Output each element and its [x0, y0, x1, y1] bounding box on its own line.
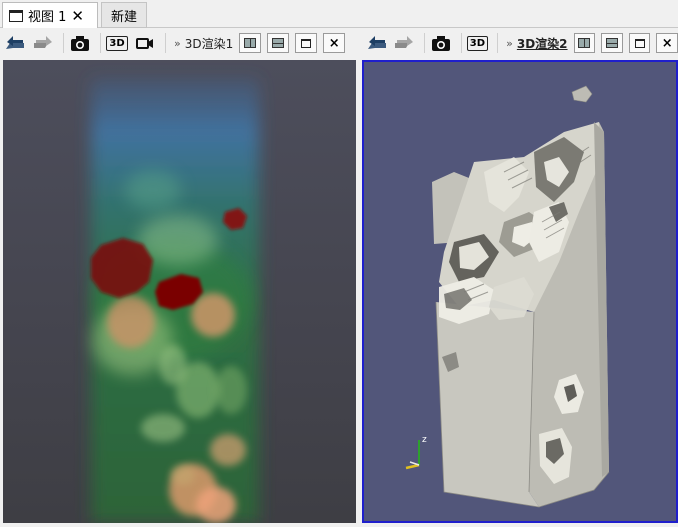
maximize-icon: [301, 38, 312, 48]
split-horizontal-icon: [578, 38, 591, 48]
undo-camera-icon: [367, 36, 386, 49]
toolbar-separator: [460, 33, 462, 53]
right-view-toolbar: 3D » 3D渲染2 ×: [362, 29, 678, 57]
tab-new-label: 新建: [110, 9, 137, 25]
close-view-button[interactable]: ×: [323, 33, 346, 53]
split-horizontal-button[interactable]: [573, 33, 596, 53]
maximize-button[interactable]: [295, 33, 318, 53]
toolbar-separator: [165, 33, 166, 53]
window-icon: [9, 9, 23, 22]
left-view-toolbar: 3D » 3D渲染1 ×: [0, 29, 360, 57]
volume-render-image: [91, 78, 259, 523]
split-vertical-button[interactable]: [601, 33, 623, 53]
maximize-icon: [634, 38, 645, 48]
camera-3d-button[interactable]: 3D: [105, 32, 129, 54]
camera-icon: [431, 36, 450, 51]
3d-mode-label: 3D: [466, 35, 489, 51]
undo-camera-icon: [6, 36, 24, 49]
redo-camera-button[interactable]: [31, 32, 55, 54]
camera-3d-button[interactable]: 3D: [466, 32, 490, 54]
right-view-label[interactable]: 3D渲染2: [517, 35, 568, 52]
split-horizontal-button[interactable]: [239, 33, 262, 53]
redo-camera-icon: [34, 36, 52, 48]
toolbar-separator: [100, 33, 101, 53]
screenshot-button[interactable]: [68, 32, 92, 54]
tab-new[interactable]: 新建: [101, 2, 147, 28]
orientation-axes: z: [405, 435, 427, 470]
maximize-button[interactable]: [628, 33, 651, 53]
3d-mode-label: 3D: [106, 35, 128, 51]
redo-camera-button[interactable]: [393, 32, 417, 54]
undo-camera-button[interactable]: [3, 32, 27, 54]
tab-view-1-label: 视图 1: [28, 10, 67, 25]
screenshot-button[interactable]: [429, 32, 453, 54]
redo-camera-icon: [395, 36, 414, 48]
surface-render-viewport[interactable]: z: [362, 60, 678, 523]
overflow-chevron-icon[interactable]: »: [506, 37, 513, 50]
undo-camera-button[interactable]: [365, 32, 389, 54]
left-view-label[interactable]: 3D渲染1: [185, 35, 234, 52]
camera-icon: [71, 36, 89, 51]
toolbar-separator: [63, 33, 64, 53]
z-axis-label: z: [422, 435, 427, 445]
close-icon: ×: [661, 35, 673, 51]
split-horizontal-icon: [244, 38, 257, 48]
split-vertical-icon: [272, 38, 285, 48]
tab-bar: 视图 1 ✕ 新建: [0, 0, 678, 28]
overflow-chevron-icon[interactable]: »: [174, 37, 181, 50]
volume-render-viewport[interactable]: [3, 60, 356, 523]
toolbar-separator: [497, 33, 499, 53]
close-tab-icon[interactable]: ✕: [71, 7, 84, 25]
split-vertical-button[interactable]: [267, 33, 290, 53]
video-camera-icon: [136, 38, 153, 49]
toolbar-separator: [424, 33, 426, 53]
split-vertical-icon: [605, 38, 618, 48]
tab-view-1[interactable]: 视图 1 ✕: [2, 2, 98, 28]
record-button[interactable]: [133, 32, 157, 54]
close-icon: ×: [328, 35, 340, 51]
close-view-button[interactable]: ×: [656, 33, 678, 53]
surface-render-image: z: [405, 85, 610, 508]
